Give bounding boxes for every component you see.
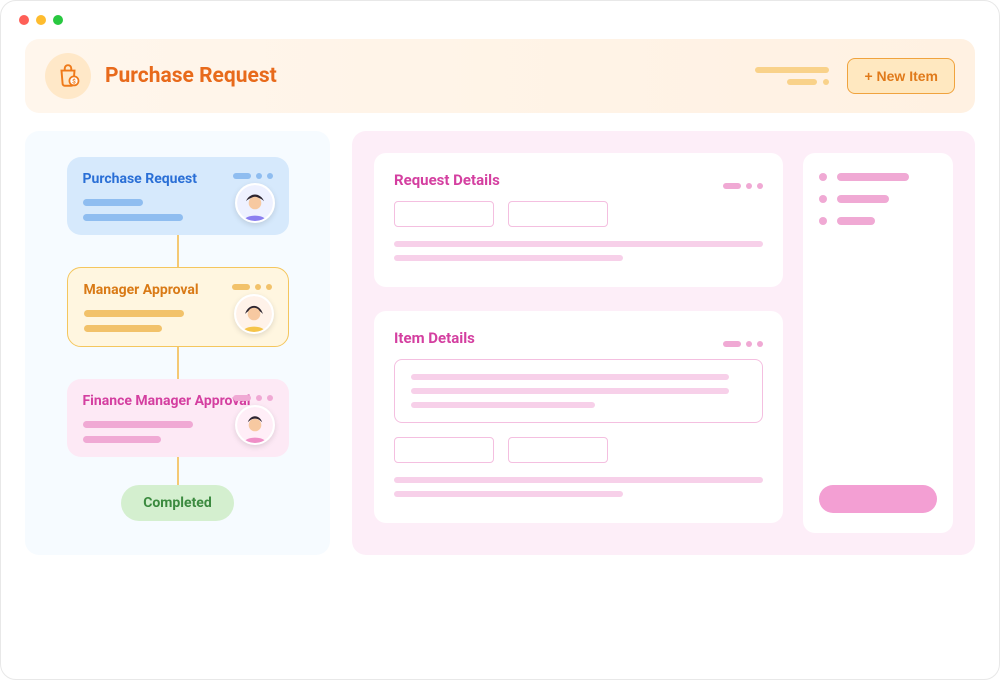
item-details-title: Item Details — [394, 329, 475, 347]
workflow-step-finance-approval[interactable]: Finance Manager Approval — [67, 379, 289, 457]
side-list-item — [819, 217, 937, 225]
request-details-title: Request Details — [394, 171, 500, 189]
maximize-window-dot[interactable] — [53, 15, 63, 25]
bullet-icon — [819, 173, 827, 181]
form-field[interactable] — [394, 201, 494, 227]
workflow-connector — [177, 347, 179, 379]
header-decoration — [755, 67, 829, 85]
placeholder-line — [394, 241, 763, 247]
card-decoration — [233, 173, 273, 179]
minimize-window-dot[interactable] — [36, 15, 46, 25]
workflow-connector — [177, 457, 179, 485]
side-list-item — [819, 195, 937, 203]
form-field[interactable] — [394, 437, 494, 463]
placeholder-line — [394, 491, 623, 497]
close-window-dot[interactable] — [19, 15, 29, 25]
card-decoration — [232, 284, 272, 290]
card-decoration — [233, 395, 273, 401]
detail-side-card — [803, 153, 953, 533]
workflow-connector — [177, 235, 179, 267]
assignee-avatar — [235, 405, 275, 445]
card-decoration — [723, 341, 763, 347]
field-row — [394, 201, 763, 227]
side-list — [819, 173, 937, 225]
app-window: $ Purchase Request + New Item Purchase R… — [0, 0, 1000, 680]
assignee-avatar — [234, 294, 274, 334]
page-header: $ Purchase Request + New Item — [25, 39, 975, 113]
form-field[interactable] — [508, 437, 608, 463]
placeholder-line — [394, 255, 623, 261]
assignee-avatar — [235, 183, 275, 223]
placeholder-line — [411, 402, 595, 408]
placeholder-line — [394, 477, 763, 483]
workflow-panel: Purchase Request — [25, 131, 330, 555]
side-list-item — [819, 173, 937, 181]
detail-main-column: Request Details Item Details — [374, 153, 783, 533]
placeholder-line — [411, 388, 729, 394]
svg-text:$: $ — [72, 78, 76, 86]
new-item-button[interactable]: + New Item — [847, 58, 955, 94]
detail-panel: Request Details Item Details — [352, 131, 975, 555]
side-action-button[interactable] — [819, 485, 937, 513]
purchase-bag-icon: $ — [45, 53, 91, 99]
field-row — [394, 437, 763, 463]
workflow-step-manager-approval[interactable]: Manager Approval — [67, 267, 289, 347]
item-subcard — [394, 359, 763, 423]
completed-badge: Completed — [121, 485, 234, 521]
bullet-icon — [819, 195, 827, 203]
workflow-step-purchase-request[interactable]: Purchase Request — [67, 157, 289, 235]
bullet-icon — [819, 217, 827, 225]
request-details-card: Request Details — [374, 153, 783, 287]
window-titlebar — [1, 1, 999, 39]
card-decoration — [723, 183, 763, 189]
main-content: Purchase Request — [1, 113, 999, 555]
placeholder-line — [411, 374, 729, 380]
page-title: Purchase Request — [105, 64, 755, 88]
form-field[interactable] — [508, 201, 608, 227]
item-details-card: Item Details — [374, 311, 783, 523]
